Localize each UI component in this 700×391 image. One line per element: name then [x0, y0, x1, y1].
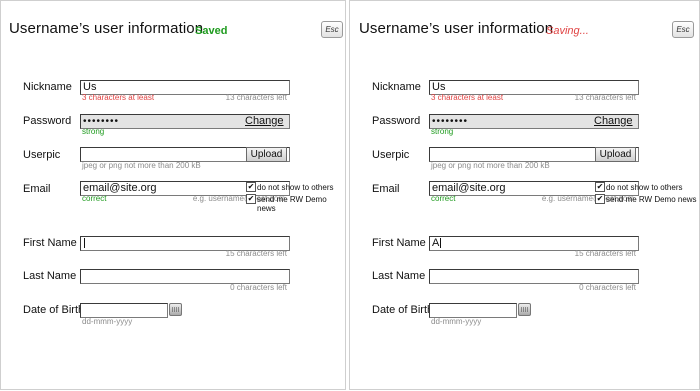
page-title: Username’s user information [359, 20, 554, 37]
password-value: •••••••• [432, 116, 469, 127]
userpic-label: Userpic [23, 149, 61, 161]
dob-label: Date of Birth [23, 304, 85, 316]
page-title: Username’s user information [9, 20, 204, 37]
newsletter-checkbox[interactable]: ✔ [595, 194, 605, 204]
newsletter-checkbox[interactable]: ✔ [246, 194, 256, 204]
dob-label: Date of Birth [372, 304, 434, 316]
dob-format-hint: dd-mmm-yyyy [82, 317, 133, 326]
nickname-error: 3 characters at least [431, 93, 504, 102]
first-name-counter: 15 characters left [574, 249, 636, 258]
password-strength: strong [82, 127, 105, 136]
password-label: Password [23, 115, 72, 127]
calendar-icon[interactable] [518, 303, 531, 316]
email-label: Email [372, 183, 400, 195]
dob-input[interactable] [80, 303, 168, 318]
nickname-label: Nickname [372, 81, 421, 93]
hide-email-label: do not show to others [606, 183, 683, 192]
first-name-label: First Name [372, 237, 426, 249]
nickname-value: Us [83, 81, 97, 93]
email-status: correct [82, 194, 107, 203]
user-info-panel-saving: Username’s user information Saving... Es… [349, 0, 700, 390]
esc-button[interactable]: Esc [321, 21, 343, 38]
email-value: email@site.org [83, 182, 157, 194]
user-info-panel-saved: Username’s user information Saved Esc Ni… [0, 0, 346, 390]
email-status: correct [431, 194, 456, 203]
nickname-counter: 13 characters left [225, 93, 287, 102]
nickname-error: 3 characters at least [82, 93, 155, 102]
last-name-input[interactable] [80, 269, 290, 284]
email-value: email@site.org [432, 182, 506, 194]
nickname-label: Nickname [23, 81, 72, 93]
status-badge: Saving... [546, 25, 589, 37]
userpic-hint: jpeg or png not more than 200 kB [431, 161, 550, 170]
first-name-counter: 15 characters left [225, 249, 287, 258]
hide-email-checkbox[interactable]: ✔ [246, 182, 256, 192]
nickname-counter: 13 characters left [574, 93, 636, 102]
change-password-link[interactable]: Change [245, 115, 284, 127]
hide-email-checkbox[interactable]: ✔ [595, 182, 605, 192]
email-label: Email [23, 183, 51, 195]
dob-input[interactable] [429, 303, 517, 318]
calendar-icon[interactable] [169, 303, 182, 316]
upload-button[interactable]: Upload [246, 147, 287, 162]
password-label: Password [372, 115, 421, 127]
check-icon: ✔ [247, 182, 255, 191]
newsletter-label: send me RW Demo news [257, 195, 327, 213]
check-icon: ✔ [596, 194, 604, 203]
password-strength: strong [431, 127, 454, 136]
check-icon: ✔ [247, 194, 255, 203]
check-icon: ✔ [596, 182, 604, 191]
text-caret [84, 238, 85, 249]
last-name-input[interactable] [429, 269, 639, 284]
upload-button[interactable]: Upload [595, 147, 636, 162]
last-name-counter: 0 characters left [579, 283, 636, 292]
last-name-label: Last Name [23, 270, 77, 282]
userpic-hint: jpeg or png not more than 200 kB [82, 161, 201, 170]
last-name-label: Last Name [372, 270, 426, 282]
esc-button[interactable]: Esc [672, 21, 694, 38]
newsletter-label: send me RW Demo news [606, 195, 697, 204]
userpic-label: Userpic [372, 149, 410, 161]
dob-format-hint: dd-mmm-yyyy [431, 317, 482, 326]
change-password-link[interactable]: Change [594, 115, 633, 127]
hide-email-label: do not show to others [257, 183, 334, 192]
first-name-label: First Name [23, 237, 77, 249]
nickname-value: Us [432, 81, 446, 93]
status-badge: Saved [195, 25, 228, 37]
text-caret [440, 238, 442, 249]
password-value: •••••••• [83, 116, 120, 127]
last-name-counter: 0 characters left [230, 283, 287, 292]
